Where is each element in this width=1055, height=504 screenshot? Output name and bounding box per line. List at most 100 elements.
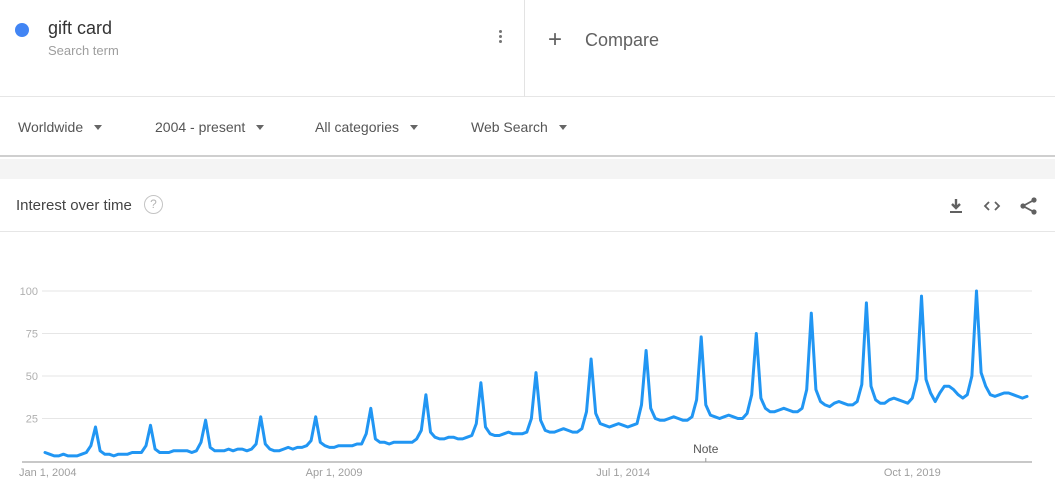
compare-button[interactable]: + Compare bbox=[548, 28, 659, 52]
data-point[interactable] bbox=[763, 406, 767, 410]
data-point[interactable] bbox=[516, 432, 520, 436]
data-point[interactable] bbox=[998, 393, 1002, 397]
data-point[interactable] bbox=[277, 449, 281, 453]
data-point[interactable] bbox=[589, 357, 593, 361]
data-point[interactable] bbox=[952, 388, 956, 392]
data-point[interactable] bbox=[883, 401, 887, 405]
data-point[interactable] bbox=[727, 413, 731, 417]
data-point[interactable] bbox=[575, 430, 579, 434]
data-point[interactable] bbox=[956, 393, 960, 397]
data-point[interactable] bbox=[970, 374, 974, 378]
data-point[interactable] bbox=[626, 425, 630, 429]
data-point[interactable] bbox=[139, 451, 143, 455]
data-point[interactable] bbox=[149, 423, 153, 427]
data-point[interactable] bbox=[534, 371, 538, 375]
data-point[interactable] bbox=[805, 388, 809, 392]
data-point[interactable] bbox=[855, 400, 859, 404]
data-point[interactable] bbox=[796, 410, 800, 414]
data-point[interactable] bbox=[80, 452, 84, 456]
data-point[interactable] bbox=[181, 449, 185, 453]
search-term-card[interactable]: gift card Search term bbox=[0, 0, 525, 97]
data-point[interactable] bbox=[915, 377, 919, 381]
data-point[interactable] bbox=[777, 408, 781, 412]
data-point[interactable] bbox=[539, 418, 543, 422]
data-point[interactable] bbox=[470, 434, 474, 438]
data-point[interactable] bbox=[869, 384, 873, 388]
data-point[interactable] bbox=[415, 437, 419, 441]
data-point[interactable] bbox=[484, 425, 488, 429]
data-point[interactable] bbox=[488, 432, 492, 436]
data-point[interactable] bbox=[621, 423, 625, 427]
data-point[interactable] bbox=[144, 444, 148, 448]
data-point[interactable] bbox=[1016, 394, 1020, 398]
data-point[interactable] bbox=[130, 451, 134, 455]
data-point[interactable] bbox=[364, 432, 368, 436]
data-point[interactable] bbox=[585, 410, 589, 414]
data-point[interactable] bbox=[773, 410, 777, 414]
data-point[interactable] bbox=[116, 452, 120, 456]
data-point[interactable] bbox=[507, 430, 511, 434]
share-icon[interactable] bbox=[1018, 195, 1040, 217]
data-point[interactable] bbox=[695, 398, 699, 402]
data-point[interactable] bbox=[942, 384, 946, 388]
data-point[interactable] bbox=[685, 418, 689, 422]
more-vert-icon[interactable] bbox=[492, 28, 508, 50]
data-point[interactable] bbox=[718, 417, 722, 421]
data-point[interactable] bbox=[373, 437, 377, 441]
data-point[interactable] bbox=[580, 427, 584, 431]
data-point[interactable] bbox=[782, 406, 786, 410]
data-point[interactable] bbox=[993, 394, 997, 398]
data-point[interactable] bbox=[635, 422, 639, 426]
data-point[interactable] bbox=[442, 437, 446, 441]
data-point[interactable] bbox=[851, 403, 855, 407]
data-point[interactable] bbox=[84, 451, 88, 455]
data-point[interactable] bbox=[552, 430, 556, 434]
data-point[interactable] bbox=[213, 449, 217, 453]
data-point[interactable] bbox=[135, 451, 139, 455]
data-point[interactable] bbox=[337, 444, 341, 448]
data-point[interactable] bbox=[1025, 394, 1029, 398]
data-point[interactable] bbox=[341, 444, 345, 448]
data-point[interactable] bbox=[217, 449, 221, 453]
data-point[interactable] bbox=[295, 445, 299, 449]
data-point[interactable] bbox=[461, 437, 465, 441]
data-point[interactable] bbox=[722, 415, 726, 419]
data-point[interactable] bbox=[1007, 391, 1011, 395]
data-point[interactable] bbox=[681, 418, 685, 422]
embed-code-icon[interactable] bbox=[981, 195, 1003, 217]
data-point[interactable] bbox=[176, 449, 180, 453]
data-point[interactable] bbox=[410, 440, 414, 444]
data-point[interactable] bbox=[741, 417, 745, 421]
data-point[interactable] bbox=[607, 425, 611, 429]
data-point[interactable] bbox=[874, 398, 878, 402]
data-point[interactable] bbox=[231, 449, 235, 453]
data-point[interactable] bbox=[878, 401, 882, 405]
data-point[interactable] bbox=[791, 410, 795, 414]
data-point[interactable] bbox=[887, 398, 891, 402]
data-point[interactable] bbox=[451, 435, 455, 439]
data-point[interactable] bbox=[240, 447, 244, 451]
data-point[interactable] bbox=[474, 422, 478, 426]
data-point[interactable] bbox=[525, 430, 529, 434]
data-point[interactable] bbox=[690, 415, 694, 419]
data-point[interactable] bbox=[396, 440, 400, 444]
data-point[interactable] bbox=[61, 452, 65, 456]
data-point[interactable] bbox=[268, 447, 272, 451]
data-point[interactable] bbox=[493, 434, 497, 438]
data-point[interactable] bbox=[617, 422, 621, 426]
data-point[interactable] bbox=[350, 444, 354, 448]
data-point[interactable] bbox=[841, 401, 845, 405]
data-point[interactable] bbox=[236, 447, 240, 451]
data-point[interactable] bbox=[204, 418, 208, 422]
data-point[interactable] bbox=[819, 400, 823, 404]
data-point[interactable] bbox=[1011, 393, 1015, 397]
note-label[interactable]: Note bbox=[693, 442, 719, 456]
data-point[interactable] bbox=[667, 417, 671, 421]
data-point[interactable] bbox=[511, 432, 515, 436]
term-name[interactable]: gift card bbox=[48, 18, 112, 39]
data-point[interactable] bbox=[346, 444, 350, 448]
data-point[interactable] bbox=[153, 447, 157, 451]
filter-region[interactable]: Worldwide bbox=[18, 118, 103, 136]
data-point[interactable] bbox=[456, 437, 460, 441]
data-point[interactable] bbox=[750, 393, 754, 397]
